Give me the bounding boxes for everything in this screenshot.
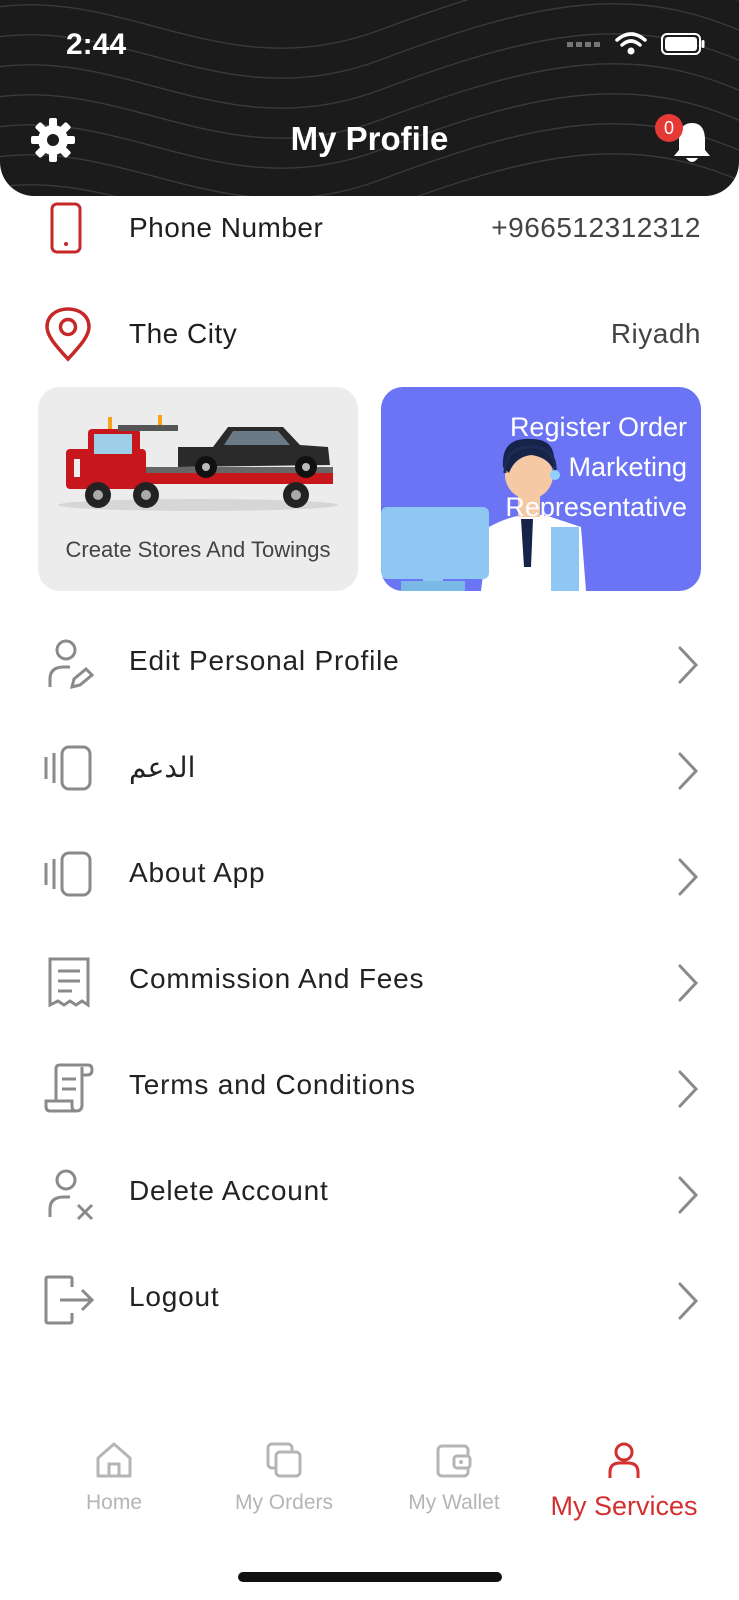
city-label: The City [129, 318, 238, 349]
phone-value: +966512312312 [491, 212, 701, 243]
chevron-right-icon [678, 1070, 699, 1108]
menu-item-edit-profile[interactable]: Edit Personal Profile [0, 623, 739, 703]
menu-item-commission-fees[interactable]: Commission And Fees [0, 941, 739, 1021]
notification-badge: 0 [655, 114, 683, 142]
info-cards-icon [44, 851, 92, 897]
phone-icon [50, 202, 82, 254]
tab-my-wallet-label: My Wallet [408, 1491, 500, 1514]
city-value: Riyadh [610, 318, 701, 349]
phone-label: Phone Number [129, 212, 324, 243]
signal-icon [567, 42, 600, 47]
user-remove-icon [48, 1169, 94, 1221]
tab-my-services[interactable]: My Services [539, 1440, 709, 1522]
menu-label-edit-profile: Edit Personal Profile [129, 645, 400, 676]
phone-row: Phone Number +966512312312 [0, 193, 739, 263]
chevron-right-icon [678, 752, 699, 790]
chevron-right-icon [678, 858, 699, 896]
chevron-right-icon [678, 646, 699, 684]
city-row: The City Riyadh [0, 299, 739, 369]
menu-item-delete-account[interactable]: Delete Account [0, 1153, 739, 1233]
location-pin-icon [45, 307, 91, 362]
create-stores-label: Create Stores And Towings [65, 537, 331, 562]
register-representative-card[interactable]: Register Order Marketing Representative [381, 387, 701, 591]
menu-item-logout[interactable]: Logout [0, 1259, 739, 1339]
menu-item-terms[interactable]: Terms and Conditions [0, 1047, 739, 1127]
home-icon [96, 1442, 132, 1478]
chevron-right-icon [678, 1282, 699, 1320]
menu-label-commission-fees: Commission And Fees [129, 963, 425, 994]
page-title: My Profile [290, 120, 449, 157]
wallet-icon [436, 1444, 472, 1478]
tab-my-services-label: My Services [550, 1491, 698, 1521]
menu-item-about-app[interactable]: About App [0, 835, 739, 915]
menu-label-support: الدعم [129, 752, 196, 783]
scroll-icon [44, 1063, 94, 1113]
tab-my-orders-label: My Orders [234, 1491, 333, 1514]
status-icons [567, 32, 705, 56]
register-representative-label: Register Order Marketing Representative [505, 412, 687, 522]
battery-icon [661, 33, 705, 55]
menu-label-terms: Terms and Conditions [129, 1069, 416, 1100]
edit-user-icon [48, 639, 95, 690]
tab-my-wallet[interactable]: My Wallet [369, 1440, 539, 1515]
create-stores-card[interactable]: Create Stores And Towings [38, 387, 358, 591]
tab-home-label: Home [85, 1491, 143, 1514]
wifi-icon [615, 32, 647, 55]
user-icon [608, 1442, 640, 1478]
bottom-tab-bar: Home My Orders My Wallet My Services [0, 1440, 739, 1540]
tab-home[interactable]: Home [29, 1440, 199, 1515]
receipt-icon [48, 957, 90, 1008]
orders-icon [266, 1442, 302, 1478]
home-indicator [238, 1572, 502, 1582]
support-icon [44, 745, 92, 791]
chevron-right-icon [678, 1176, 699, 1214]
tow-truck-illustration [58, 415, 338, 511]
tab-my-orders[interactable]: My Orders [199, 1440, 369, 1515]
chevron-right-icon [678, 964, 699, 1002]
menu-item-support[interactable]: الدعم [0, 729, 739, 809]
menu-label-delete-account: Delete Account [129, 1175, 329, 1206]
header: 2:44 My Profile 0 [0, 0, 739, 196]
menu-label-logout: Logout [129, 1281, 220, 1312]
menu-label-about-app: About App [129, 857, 266, 888]
logout-icon [44, 1275, 95, 1325]
status-time: 2:44 [66, 28, 127, 61]
